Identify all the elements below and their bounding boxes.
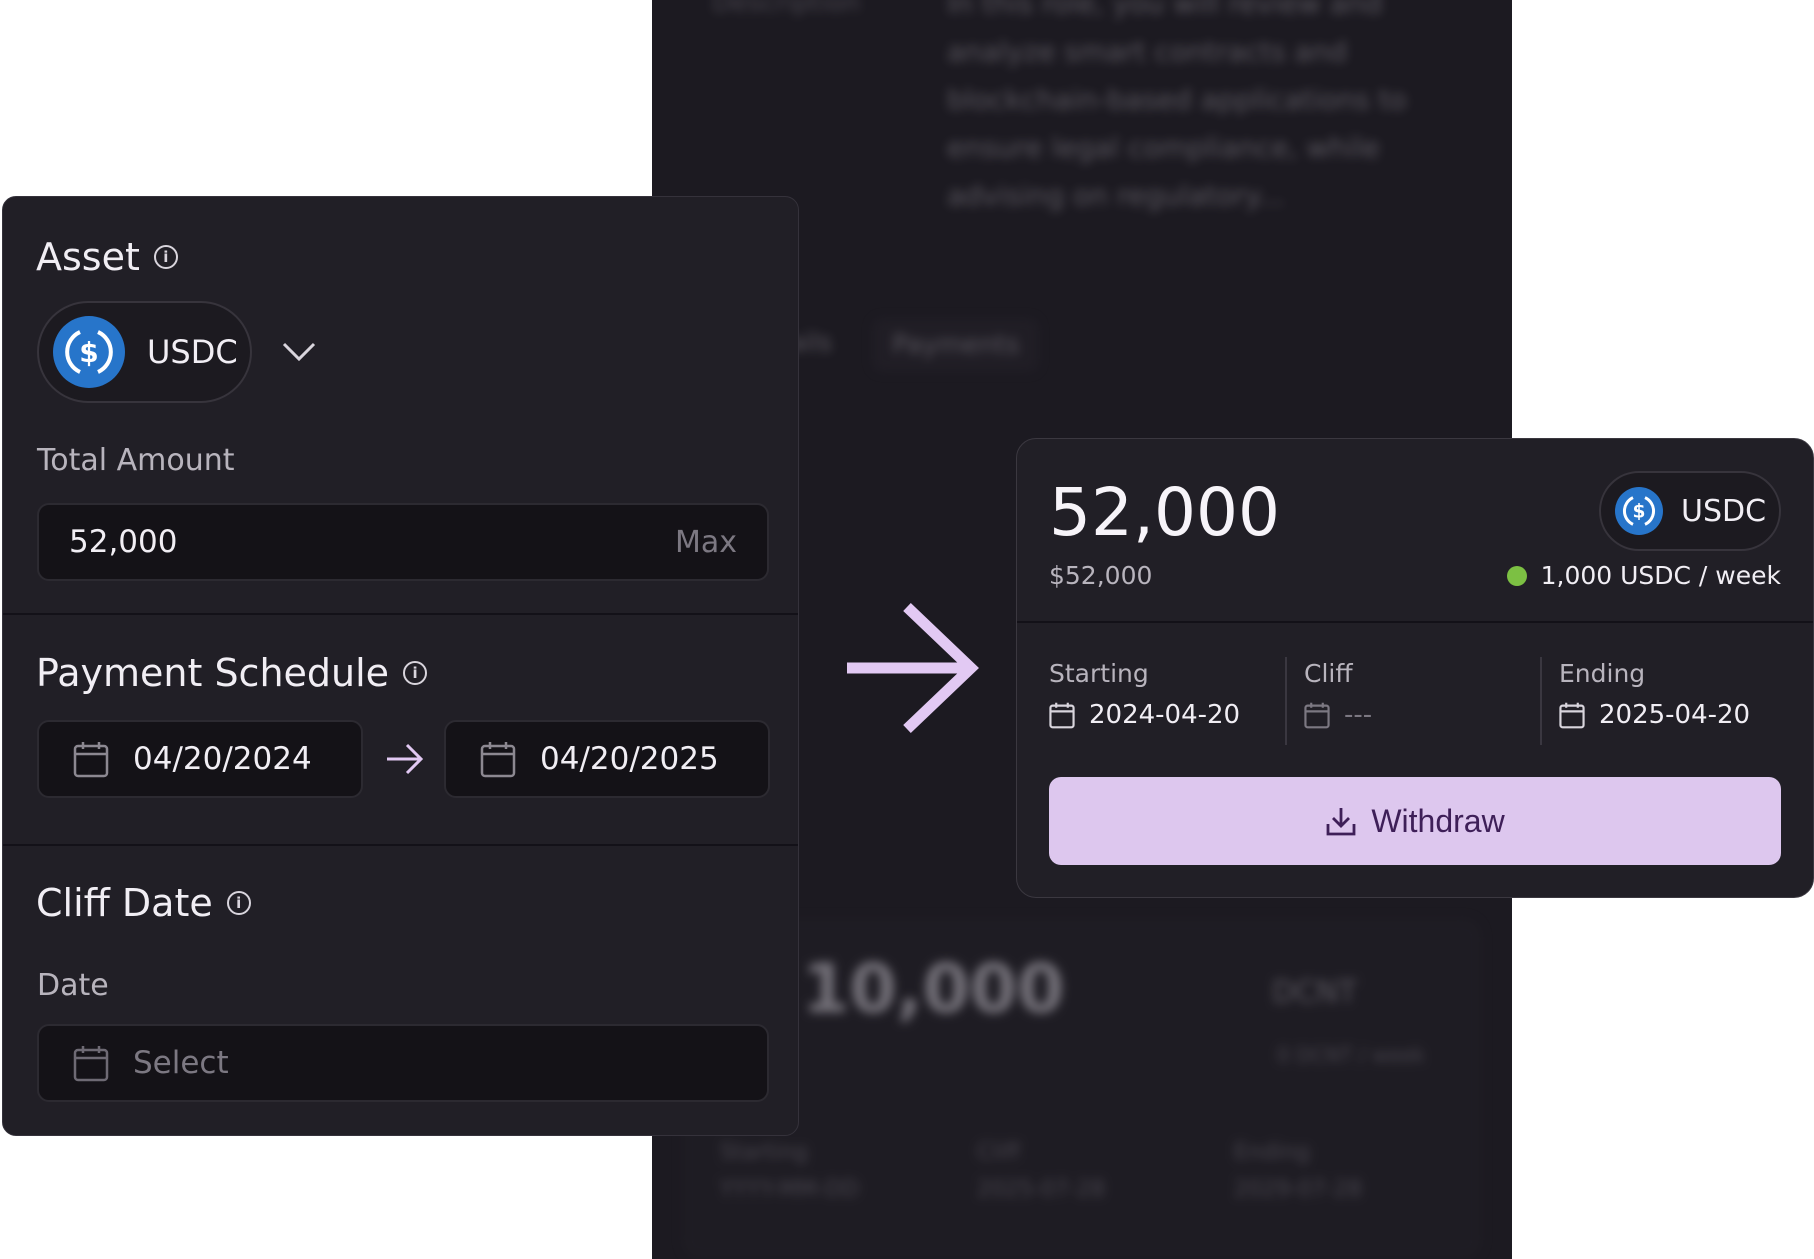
token-label: USDC (1681, 493, 1767, 529)
bg-rate: 0 DCNT / week (1277, 1043, 1425, 1067)
stream-form-card: Asset i $ USDC Total Amount 52,000 Max P… (2, 196, 799, 1136)
bg-tab-payments: Payments (872, 318, 1040, 372)
download-icon (1326, 808, 1356, 836)
calendar-icon (480, 742, 516, 778)
bg-cliff: Cliff 2025-07-28 (977, 1140, 1105, 1202)
status-dot (1506, 565, 1527, 586)
starting-column: Starting 2024-04-20 (1049, 659, 1240, 730)
bg-starting: Starting YYYY-MM-DD (720, 1140, 859, 1202)
usdc-icon: $ (1615, 487, 1663, 535)
cliff-date-title: Cliff Date i (36, 881, 251, 925)
bg-starting-label: Starting (720, 1140, 808, 1165)
asset-select-label: USDC (147, 333, 238, 371)
stream-fiat-value: $52,000 (1049, 561, 1153, 590)
starting-label: Starting (1049, 659, 1149, 688)
bg-description-text: In this role, you will review and analyz… (947, 0, 1407, 212)
bg-ending: Ending 2029-07-28 (1234, 1140, 1362, 1202)
starting-value: 2024-04-20 (1089, 700, 1241, 730)
info-icon[interactable]: i (403, 661, 428, 685)
bg-ending-value: 2029-07-28 (1234, 1177, 1362, 1202)
stream-rate-text: 1,000 USDC / week (1540, 561, 1781, 590)
token-badge: $ USDC (1599, 471, 1781, 551)
cliff-date-title-label: Cliff Date (36, 881, 213, 925)
svg-text:$: $ (1633, 502, 1646, 523)
withdraw-button[interactable]: Withdraw (1049, 777, 1781, 865)
info-icon[interactable]: i (153, 245, 178, 269)
cliff-value: --- (1344, 700, 1373, 730)
cliff-label: Cliff (1304, 659, 1353, 688)
ending-column: Ending 2025-04-20 (1559, 659, 1750, 730)
asset-title: Asset i (36, 235, 178, 279)
calendar-icon (73, 742, 109, 778)
end-date-value: 04/20/2025 (540, 741, 719, 777)
stage: Description In this role, you will revie… (0, 0, 1814, 1259)
ending-value: 2025-04-20 (1599, 700, 1751, 730)
withdraw-label: Withdraw (1371, 802, 1505, 839)
stream-amount: 52,000 (1049, 474, 1280, 551)
arrow-right-icon (387, 743, 424, 775)
column-divider (1540, 657, 1542, 745)
payment-schedule-title: Payment Schedule i (36, 651, 428, 695)
bg-token: DCNT (1272, 975, 1357, 1010)
bg-amount: 10,000 (802, 950, 1065, 1029)
divider (1017, 621, 1813, 623)
payment-schedule-title-label: Payment Schedule (36, 651, 390, 695)
stream-summary-card: 52,000 $52,000 $ USDC 1,000 USDC / week … (1016, 438, 1814, 898)
bg-starting-value: YYYY-MM-DD (720, 1177, 859, 1202)
arrow-right-icon (847, 603, 979, 733)
cliff-date-label: Date (37, 968, 109, 1003)
chevron-down-icon[interactable] (281, 340, 317, 364)
total-amount-value: 52,000 (69, 524, 178, 560)
start-date-input[interactable]: 04/20/2024 (37, 720, 363, 798)
svg-text:$: $ (79, 336, 98, 369)
bg-ending-label: Ending (1234, 1140, 1310, 1165)
calendar-icon (1304, 702, 1330, 729)
info-icon[interactable]: i (226, 891, 251, 915)
cliff-date-placeholder: Select (133, 1045, 229, 1081)
bg-description-label: Description (712, 0, 861, 18)
start-date-value: 04/20/2024 (133, 741, 312, 777)
bg-cliff-label: Cliff (977, 1140, 1020, 1165)
ending-label: Ending (1559, 659, 1646, 688)
calendar-icon (73, 1046, 109, 1082)
total-amount-input[interactable]: 52,000 Max (37, 503, 769, 581)
bg-cliff-value: 2025-07-28 (977, 1177, 1105, 1202)
asset-title-label: Asset (36, 235, 140, 279)
column-divider (1285, 657, 1287, 745)
usdc-icon: $ (53, 316, 125, 388)
cliff-column: Cliff --- (1304, 659, 1372, 730)
calendar-icon (1559, 702, 1585, 729)
stream-rate: 1,000 USDC / week (1506, 561, 1781, 590)
cliff-date-section: Cliff Date i Date Select (3, 844, 798, 1135)
cliff-date-select[interactable]: Select (37, 1024, 769, 1102)
payment-schedule-section: Payment Schedule i 04/20/2024 04/20/2025 (3, 613, 798, 843)
calendar-icon (1049, 702, 1075, 729)
total-amount-label: Total Amount (37, 443, 235, 478)
max-button[interactable]: Max (675, 525, 737, 560)
end-date-input[interactable]: 04/20/2025 (444, 720, 770, 798)
asset-select[interactable]: $ USDC (37, 301, 252, 403)
asset-section: Asset i $ USDC Total Amount 52,000 Max (3, 197, 798, 612)
